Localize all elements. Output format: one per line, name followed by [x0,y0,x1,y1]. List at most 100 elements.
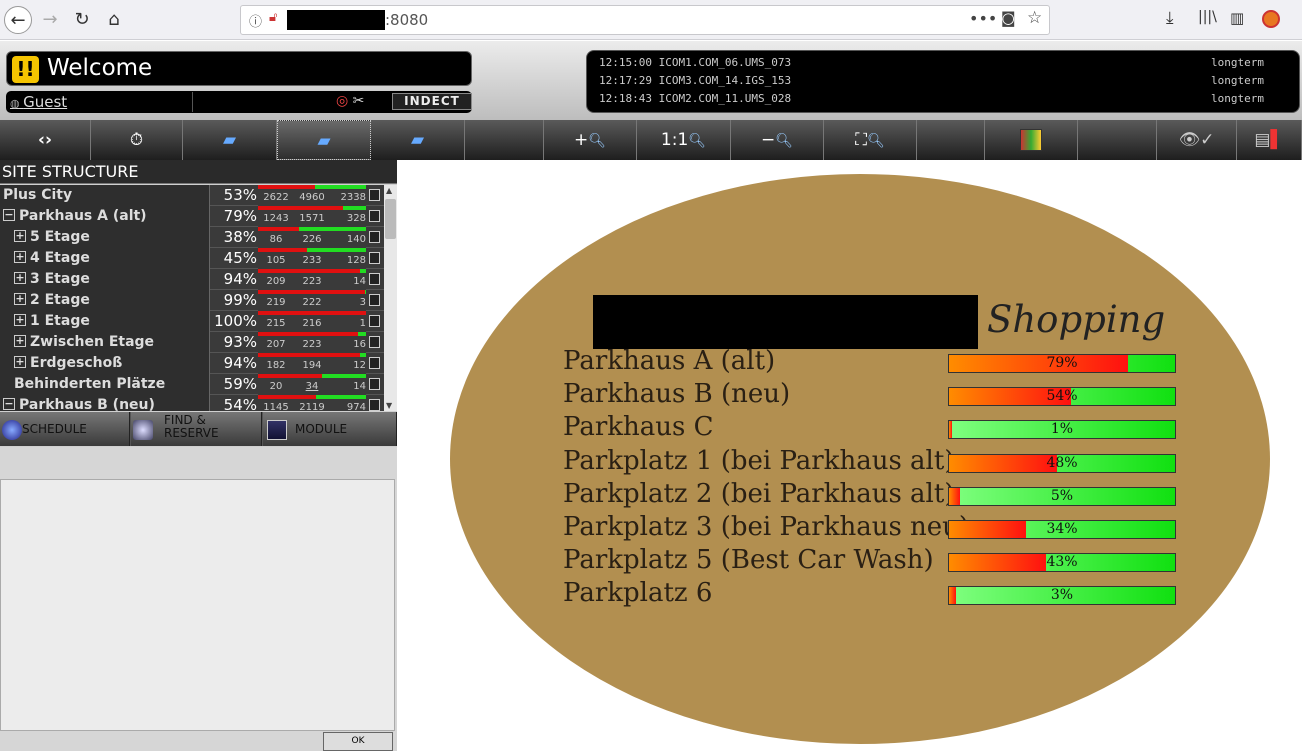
toolbar-blank-1[interactable] [465,120,544,160]
occupancy-bar[interactable]: 43% [948,553,1176,573]
reload-icon[interactable]: ↻ [68,6,96,34]
collapse-icon[interactable]: − [3,209,15,221]
occupancy-bar[interactable]: 48% [948,453,1176,473]
tree-row-checkbox[interactable] [369,252,380,264]
sidebar-icon[interactable]: ▥ [1230,9,1244,27]
ok-button[interactable]: OK [323,732,393,751]
tree-row-bar: 105 233 128 [258,248,366,269]
tree-row-checkbox[interactable] [369,336,380,348]
tree-row-checkbox[interactable] [369,315,380,327]
log-row[interactable]: 12:17:29 ICOM3.COM_14.IGS_153 longterm [599,74,1264,90]
site-structure-title: SITE STRUCTURE [0,160,397,184]
scroll-thumb[interactable] [385,199,396,239]
tree-row-checkbox[interactable] [369,273,380,285]
parking-name[interactable]: Parkplatz 2 (bei Parkhaus alt) [563,479,954,511]
more-icon[interactable]: ••• [969,9,997,28]
bookmark-star-icon[interactable]: ☆ [1027,8,1042,28]
map-view-icon[interactable]: ▰ [183,120,277,160]
tree-row[interactable]: − Parkhaus B (neu) 54% 1145 2119 974 [0,395,384,411]
tree-row[interactable]: Behinderten Plätze 59% 20 34 14 [0,374,384,395]
tree-row-checkbox[interactable] [369,231,380,243]
zoom-fit-icon[interactable]: ⛶🔍︎ [824,120,917,160]
forward-icon[interactable]: → [36,6,64,34]
tree-row-label: 3 Etage [30,271,90,287]
toolbar-blank-3[interactable] [1078,120,1157,160]
tree-row[interactable]: +2 Etage 99% 219 222 3 [0,290,384,311]
expand-icon[interactable]: + [14,293,26,305]
toolbar-blank-2[interactable] [917,120,985,160]
tree-row[interactable]: Plus City 53% 2622 4960 2338 [0,185,384,206]
expand-icon[interactable]: + [14,230,26,242]
zoom-out-icon[interactable]: −🔍︎ [731,120,824,160]
tree-row[interactable]: + Erdgeschoß 94% 182 194 12 [0,353,384,374]
tree-total: 34 [305,381,319,392]
expand-icon[interactable]: + [14,251,26,263]
expand-icon[interactable]: + [14,356,26,368]
parking-name[interactable]: Parkplatz 6 [563,578,712,610]
occupancy-bar[interactable]: 5% [948,486,1176,506]
tree-row-percent: 93% [223,333,257,351]
occupancy-bar[interactable]: 1% [948,420,1176,440]
site-structure-tree[interactable]: Plus City 53% 2622 4960 2338− Parkhaus A (alt… [0,185,384,411]
zoom-in-icon[interactable]: +🔍︎ [544,120,637,160]
tree-row-label: Zwischen Etage [30,334,155,350]
map-schedule-icon[interactable]: ▰ [371,120,465,160]
tree-bar-green [358,332,366,336]
stopwatch-icon[interactable]: ⏱ [91,120,183,160]
download-icon[interactable]: ⤓ [1166,8,1174,28]
tree-row-checkbox[interactable] [369,378,380,390]
parking-name[interactable]: Parkhaus C [563,412,714,444]
tab-schedule[interactable]: SCHEDULE [0,412,130,446]
expand-icon[interactable]: + [14,335,26,347]
occupancy-bar[interactable]: 34% [948,520,1176,539]
tools-icon[interactable]: ✂ [353,93,365,109]
parking-name[interactable]: Parkhaus A (alt) [563,346,775,378]
home-icon[interactable]: ⌂ [100,6,128,34]
tree-row[interactable]: + Zwischen Etage 93% 207 223 16 [0,332,384,353]
tree-row-checkbox[interactable] [369,210,380,222]
occupancy-bar[interactable]: 79% [948,354,1176,373]
log-row[interactable]: 12:18:43 ICOM2.COM_11.UMS_028 longterm [599,92,1264,108]
tree-row[interactable]: +5 Etage 38% 86 226 140 [0,227,384,248]
tree-row-bar: 182 194 12 [258,353,366,374]
scroll-up-icon[interactable]: ▲ [386,186,392,195]
tree-row-checkbox[interactable] [369,294,380,306]
parking-name[interactable]: Parkhaus B (neu) [563,379,790,411]
url-bar[interactable]: ⓘ 🔓︎ :8080 ••• ◙ ☆ [240,5,1050,35]
back-icon[interactable]: ← [4,6,32,34]
tab-find-reserve[interactable]: FIND & RESERVE [131,412,262,446]
occupancy-bar[interactable]: 3% [948,586,1176,606]
tree-row[interactable]: +3 Etage 94% 209 223 14 [0,269,384,290]
tree-row-checkbox[interactable] [369,357,380,369]
info-icon[interactable]: ⓘ [249,11,262,30]
parking-name[interactable]: Parkplatz 1 (bei Parkhaus alt) [563,446,954,478]
parking-name[interactable]: Parkplatz 3 (bei Parkhaus neu) [563,512,969,544]
tree-row[interactable]: − Parkhaus A (alt) 79% 1243 1571 328 [0,206,384,227]
occupancy-percent: 5% [1050,487,1074,504]
record-icon[interactable]: ◎ [336,93,348,109]
pocket-icon[interactable]: ◙ [1001,9,1016,27]
tree-row-checkbox[interactable] [369,189,380,201]
occupancy-bar[interactable]: 54% [948,387,1176,407]
map-edit-icon[interactable]: ▰ [277,120,371,160]
visibility-check-icon[interactable]: 👁︎✓ [1157,120,1237,160]
addon-icon[interactable] [1262,10,1280,28]
expand-icon[interactable]: + [14,314,26,326]
log-row[interactable]: 12:15:00 ICOM1.COM_06.UMS_073 longterm [599,56,1264,72]
collapse-expand-icon[interactable]: ‹› [0,120,91,160]
history-swatch [1020,129,1042,151]
tree-row[interactable]: +1 Etage 100% 215 216 1 [0,311,384,332]
library-icon[interactable]: |||\ [1198,9,1217,25]
collapse-icon[interactable]: − [3,398,15,410]
tree-row-checkbox[interactable] [369,399,380,411]
expand-icon[interactable]: + [14,272,26,284]
tab-module[interactable]: MODULE [263,412,397,446]
tree-row[interactable]: +4 Etage 45% 105 233 128 [0,248,384,269]
parking-name[interactable]: Parkplatz 5 (Best Car Wash) [563,545,934,577]
zoom-reset-icon[interactable]: 1:1🔍︎ [637,120,731,160]
guest-link[interactable]: ◍ Guest [10,93,67,111]
table-icon[interactable]: ▤▌ [1237,120,1302,160]
tree-scrollbar[interactable]: ▲ ▼ [384,185,397,411]
history-icon[interactable] [985,120,1078,160]
scroll-down-icon[interactable]: ▼ [386,401,392,410]
